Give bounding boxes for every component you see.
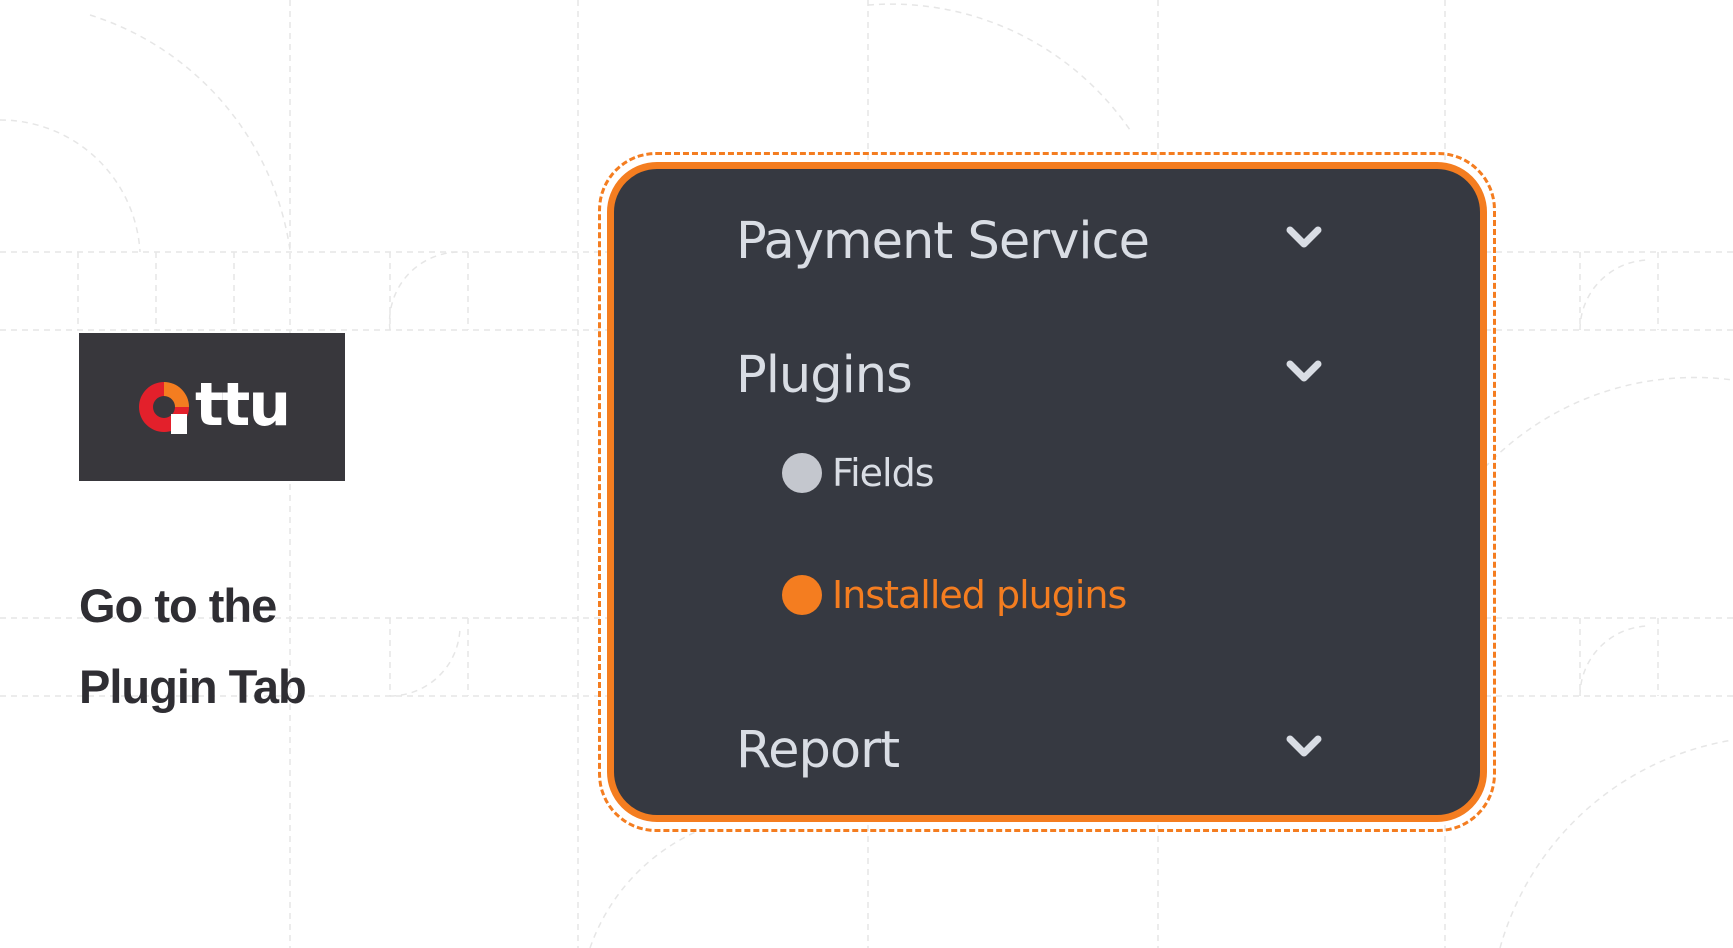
caption-line-2: Plugin Tab xyxy=(79,660,307,713)
menu-item-plugins[interactable]: Plugins xyxy=(736,340,1336,410)
chevron-down-icon[interactable] xyxy=(1284,222,1324,252)
submenu-item-installed-plugins[interactable]: Installed plugins xyxy=(782,565,1127,625)
inactive-dot-icon xyxy=(782,453,822,493)
menu-item-label: Report xyxy=(736,720,900,780)
caption-line-1: Go to the xyxy=(79,579,277,632)
logo-text: ttu xyxy=(194,370,291,440)
ottu-ring-icon xyxy=(138,382,189,434)
submenu-item-fields[interactable]: Fields xyxy=(782,443,935,503)
menu-item-report[interactable]: Report xyxy=(736,715,1336,785)
menu-item-payment-service[interactable]: Payment Service xyxy=(736,206,1336,276)
chevron-down-icon[interactable] xyxy=(1284,356,1324,386)
active-dot-icon xyxy=(782,575,822,615)
chevron-down-icon[interactable] xyxy=(1284,731,1324,761)
menu-item-label: Payment Service xyxy=(736,211,1150,271)
submenu-item-label: Fields xyxy=(832,451,935,495)
menu-item-label: Plugins xyxy=(736,345,913,405)
submenu-item-label: Installed plugins xyxy=(832,573,1127,617)
instruction-caption: Go to the Plugin Tab xyxy=(79,565,399,727)
sidebar-menu-panel: Payment Service Plugins Fields Installed… xyxy=(607,162,1487,822)
ottu-logo: ttu xyxy=(79,333,345,481)
logo-mark: ttu xyxy=(135,370,291,440)
